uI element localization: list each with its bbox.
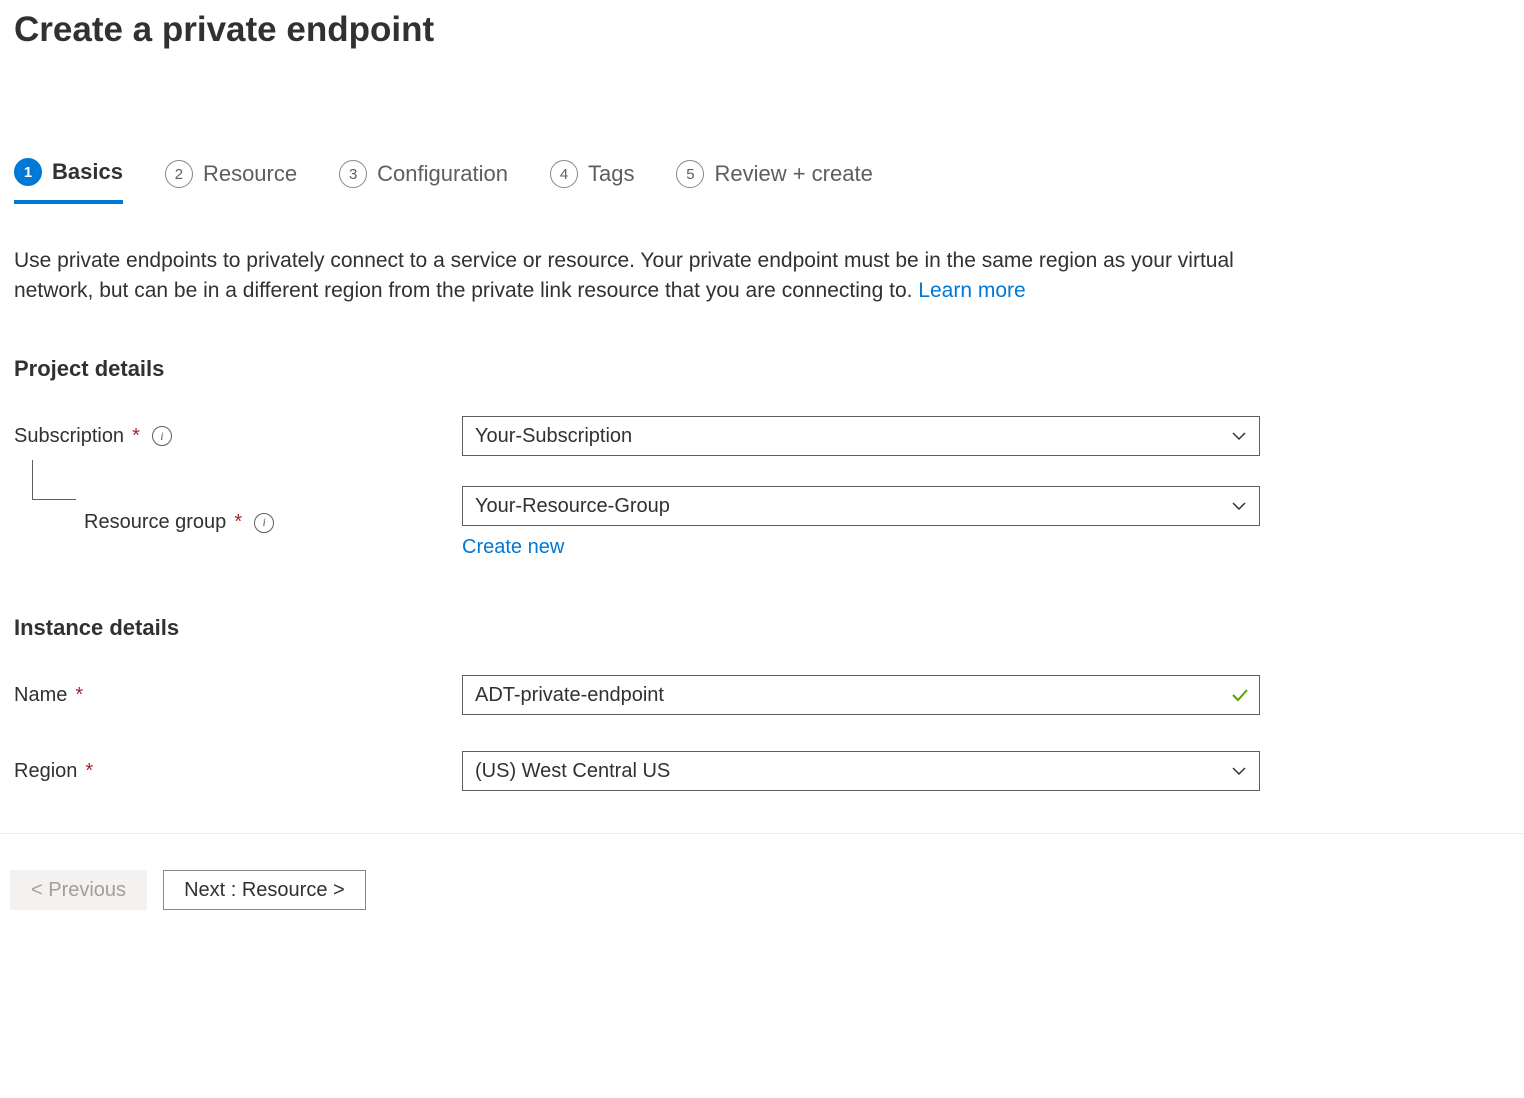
subscription-dropdown[interactable]: Your-Subscription xyxy=(462,416,1260,456)
subscription-label: Subscription xyxy=(14,425,124,448)
chevron-down-icon xyxy=(1231,498,1247,514)
required-indicator-icon: * xyxy=(85,760,93,783)
section-project-details: Project details xyxy=(14,356,1510,382)
wizard-footer: < Previous Next : Resource > xyxy=(0,833,1524,910)
tab-step-number-icon: 5 xyxy=(676,160,704,188)
chevron-down-icon xyxy=(1231,763,1247,779)
section-instance-details: Instance details xyxy=(14,615,1510,641)
required-indicator-icon: * xyxy=(132,425,140,448)
tab-step-number-icon: 3 xyxy=(339,160,367,188)
tab-tags[interactable]: 4 Tags xyxy=(550,160,634,202)
tab-label: Basics xyxy=(52,159,123,185)
tab-resource[interactable]: 2 Resource xyxy=(165,160,297,202)
tab-step-number-icon: 4 xyxy=(550,160,578,188)
check-icon xyxy=(1230,685,1250,705)
required-indicator-icon: * xyxy=(234,511,242,534)
dropdown-value: (US) West Central US xyxy=(475,760,670,783)
field-resource-group: Resource group * i Your-Resource-Group C… xyxy=(14,486,1510,559)
tab-label: Tags xyxy=(588,161,634,187)
tree-connector-icon xyxy=(32,460,76,500)
tab-step-number-icon: 1 xyxy=(14,158,42,186)
create-new-link[interactable]: Create new xyxy=(462,536,564,559)
page-title: Create a private endpoint xyxy=(14,0,1510,50)
field-region: Region * (US) West Central US xyxy=(14,751,1510,791)
region-label: Region xyxy=(14,760,77,783)
wizard-tabs: 1 Basics 2 Resource 3 Configuration 4 Ta… xyxy=(14,158,1510,204)
tab-label: Review + create xyxy=(714,161,872,187)
tab-review-create[interactable]: 5 Review + create xyxy=(676,160,872,202)
dropdown-value: Your-Resource-Group xyxy=(475,495,670,518)
description-text: Use private endpoints to privately conne… xyxy=(14,246,1254,306)
info-icon[interactable]: i xyxy=(254,513,274,533)
previous-button: < Previous xyxy=(10,870,147,910)
name-input[interactable] xyxy=(462,675,1260,715)
resource-group-dropdown[interactable]: Your-Resource-Group xyxy=(462,486,1260,526)
chevron-down-icon xyxy=(1231,428,1247,444)
tab-configuration[interactable]: 3 Configuration xyxy=(339,160,508,202)
tab-label: Resource xyxy=(203,161,297,187)
resource-group-label: Resource group xyxy=(84,511,226,534)
region-dropdown[interactable]: (US) West Central US xyxy=(462,751,1260,791)
dropdown-value: Your-Subscription xyxy=(475,425,632,448)
name-label: Name xyxy=(14,684,67,707)
description-body: Use private endpoints to privately conne… xyxy=(14,249,1234,302)
tab-basics[interactable]: 1 Basics xyxy=(14,158,123,204)
next-button[interactable]: Next : Resource > xyxy=(163,870,366,910)
learn-more-link[interactable]: Learn more xyxy=(918,279,1025,302)
field-name: Name * xyxy=(14,675,1510,715)
required-indicator-icon: * xyxy=(75,684,83,707)
info-icon[interactable]: i xyxy=(152,426,172,446)
field-subscription: Subscription * i Your-Subscription xyxy=(14,416,1510,456)
tab-step-number-icon: 2 xyxy=(165,160,193,188)
tab-label: Configuration xyxy=(377,161,508,187)
